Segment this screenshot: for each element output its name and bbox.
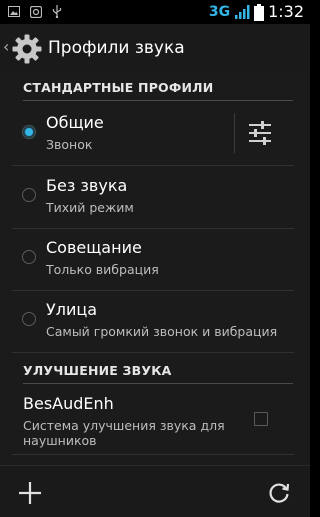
profile-row-meeting[interactable]: Совещание Только вибрация bbox=[12, 228, 294, 291]
profile-row-outdoor[interactable]: Улица Самый громкий звонок и вибрация bbox=[12, 290, 294, 353]
profile-title: Общие bbox=[46, 113, 104, 132]
reset-icon[interactable] bbox=[266, 480, 292, 506]
profile-title: Улица bbox=[46, 300, 98, 319]
plus-icon[interactable] bbox=[17, 480, 43, 506]
back-chevron-icon[interactable]: ‹ bbox=[3, 37, 9, 57]
status-notifications bbox=[8, 5, 62, 18]
profile-subtitle: Самый громкий звонок и вибрация bbox=[46, 324, 278, 339]
usb-icon bbox=[52, 5, 62, 18]
radio-button[interactable] bbox=[22, 312, 36, 326]
profile-subtitle: Тихий режим bbox=[46, 200, 134, 215]
profile-row-general[interactable]: Общие Звонок bbox=[12, 103, 294, 166]
radio-button[interactable] bbox=[22, 188, 36, 202]
bottom-action-bar bbox=[0, 465, 310, 517]
profile-subtitle: Только вибрация bbox=[46, 262, 159, 277]
network-type: 3G bbox=[208, 4, 231, 20]
gear-icon[interactable] bbox=[11, 33, 43, 65]
image-icon bbox=[8, 6, 20, 17]
enhancement-title: BesAudEnh bbox=[23, 394, 114, 413]
divider bbox=[234, 113, 235, 153]
profile-title: Без звука bbox=[46, 176, 128, 195]
action-bar: ‹ Профили звука bbox=[0, 24, 310, 72]
status-indicators: 3G 1:32 bbox=[209, 2, 304, 22]
section-header-sound-enhancement: УЛУЧШЕНИЕ ЗВУКА bbox=[23, 355, 293, 384]
status-bar: 3G 1:32 bbox=[0, 0, 310, 24]
radio-button-selected[interactable] bbox=[22, 125, 36, 139]
profile-subtitle: Звонок bbox=[46, 137, 93, 152]
enhancement-row[interactable]: BesAudEnh Система улучшения звука для на… bbox=[12, 382, 294, 455]
radio-button[interactable] bbox=[22, 250, 36, 264]
section-header-standard-profiles: СТАНДАРТНЫЕ ПРОФИЛИ bbox=[23, 72, 293, 101]
profile-title: Совещание bbox=[46, 238, 142, 257]
settings-list: СТАНДАРТНЫЕ ПРОФИЛИ Общие Звонок Без зву… bbox=[0, 72, 310, 465]
enhancement-checkbox[interactable] bbox=[254, 412, 268, 426]
section-header-label: СТАНДАРТНЫЕ ПРОФИЛИ bbox=[23, 80, 214, 95]
profile-row-silent[interactable]: Без звука Тихий режим bbox=[12, 166, 294, 229]
signal-icon bbox=[235, 5, 250, 19]
clock: 1:32 bbox=[268, 2, 304, 21]
tune-settings-icon[interactable] bbox=[246, 119, 274, 147]
camera-app-icon bbox=[30, 5, 42, 18]
enhancement-subtitle: Система улучшения звука для наушников bbox=[23, 418, 225, 448]
section-header-label: УЛУЧШЕНИЕ ЗВУКА bbox=[23, 363, 172, 378]
page-title: Профили звука bbox=[48, 38, 185, 58]
battery-icon bbox=[254, 3, 265, 21]
